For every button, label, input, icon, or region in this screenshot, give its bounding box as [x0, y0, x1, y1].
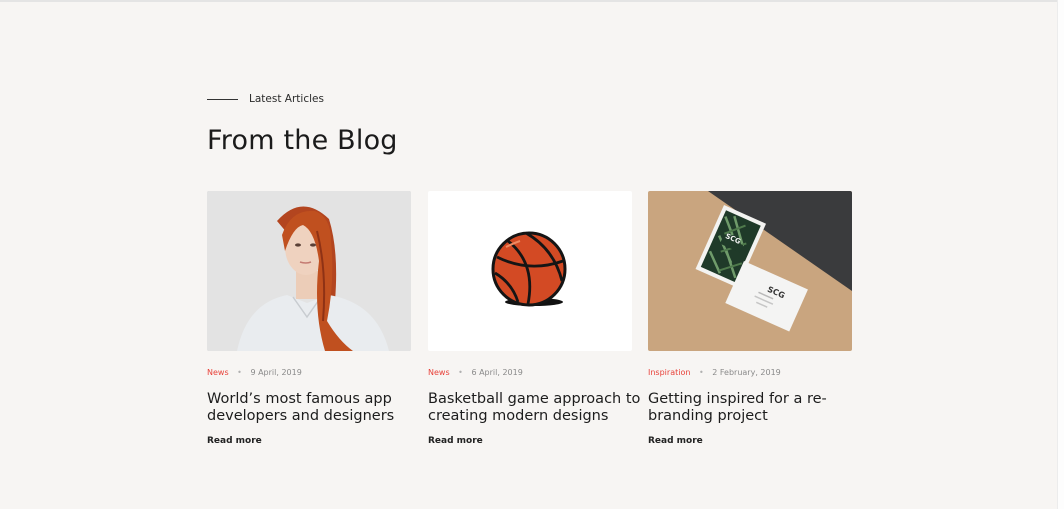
article-date: 6 April, 2019 [471, 368, 523, 377]
category-link[interactable]: News [207, 368, 229, 377]
section-eyebrow: Latest Articles [207, 93, 324, 105]
top-border [0, 0, 1064, 2]
article-date: 2 February, 2019 [712, 368, 781, 377]
woman-portrait-image[interactable] [207, 191, 411, 351]
article-title[interactable]: World’s most famous app developers and d… [207, 391, 422, 425]
article-title[interactable]: Getting inspired for a re-branding proje… [648, 391, 863, 425]
article-card[interactable]: SCG SCG Inspiration • 2 February, 2019 G… [648, 191, 852, 446]
article-meta: News • 9 April, 2019 [207, 368, 302, 377]
read-more-link[interactable]: Read more [207, 436, 262, 446]
article-title[interactable]: Basketball game approach to creating mod… [428, 391, 643, 425]
category-link[interactable]: Inspiration [648, 368, 690, 377]
read-more-link[interactable]: Read more [428, 436, 483, 446]
article-date: 9 April, 2019 [250, 368, 302, 377]
business-cards-image[interactable]: SCG SCG [648, 191, 852, 351]
basketball-image[interactable] [428, 191, 632, 351]
section-heading: From the Blog [207, 125, 398, 156]
scrollbar-track[interactable] [1057, 0, 1064, 509]
meta-separator: • [237, 368, 242, 377]
category-link[interactable]: News [428, 368, 450, 377]
article-card[interactable]: News • 6 April, 2019 Basketball game app… [428, 191, 640, 446]
eyebrow-label: Latest Articles [249, 93, 324, 105]
eyebrow-rule [207, 98, 238, 100]
article-meta: Inspiration • 2 February, 2019 [648, 368, 781, 377]
article-card[interactable]: News • 9 April, 2019 World’s most famous… [207, 191, 411, 446]
article-meta: News • 6 April, 2019 [428, 368, 523, 377]
meta-separator: • [458, 368, 463, 377]
meta-separator: • [698, 368, 704, 377]
read-more-link[interactable]: Read more [648, 436, 703, 446]
